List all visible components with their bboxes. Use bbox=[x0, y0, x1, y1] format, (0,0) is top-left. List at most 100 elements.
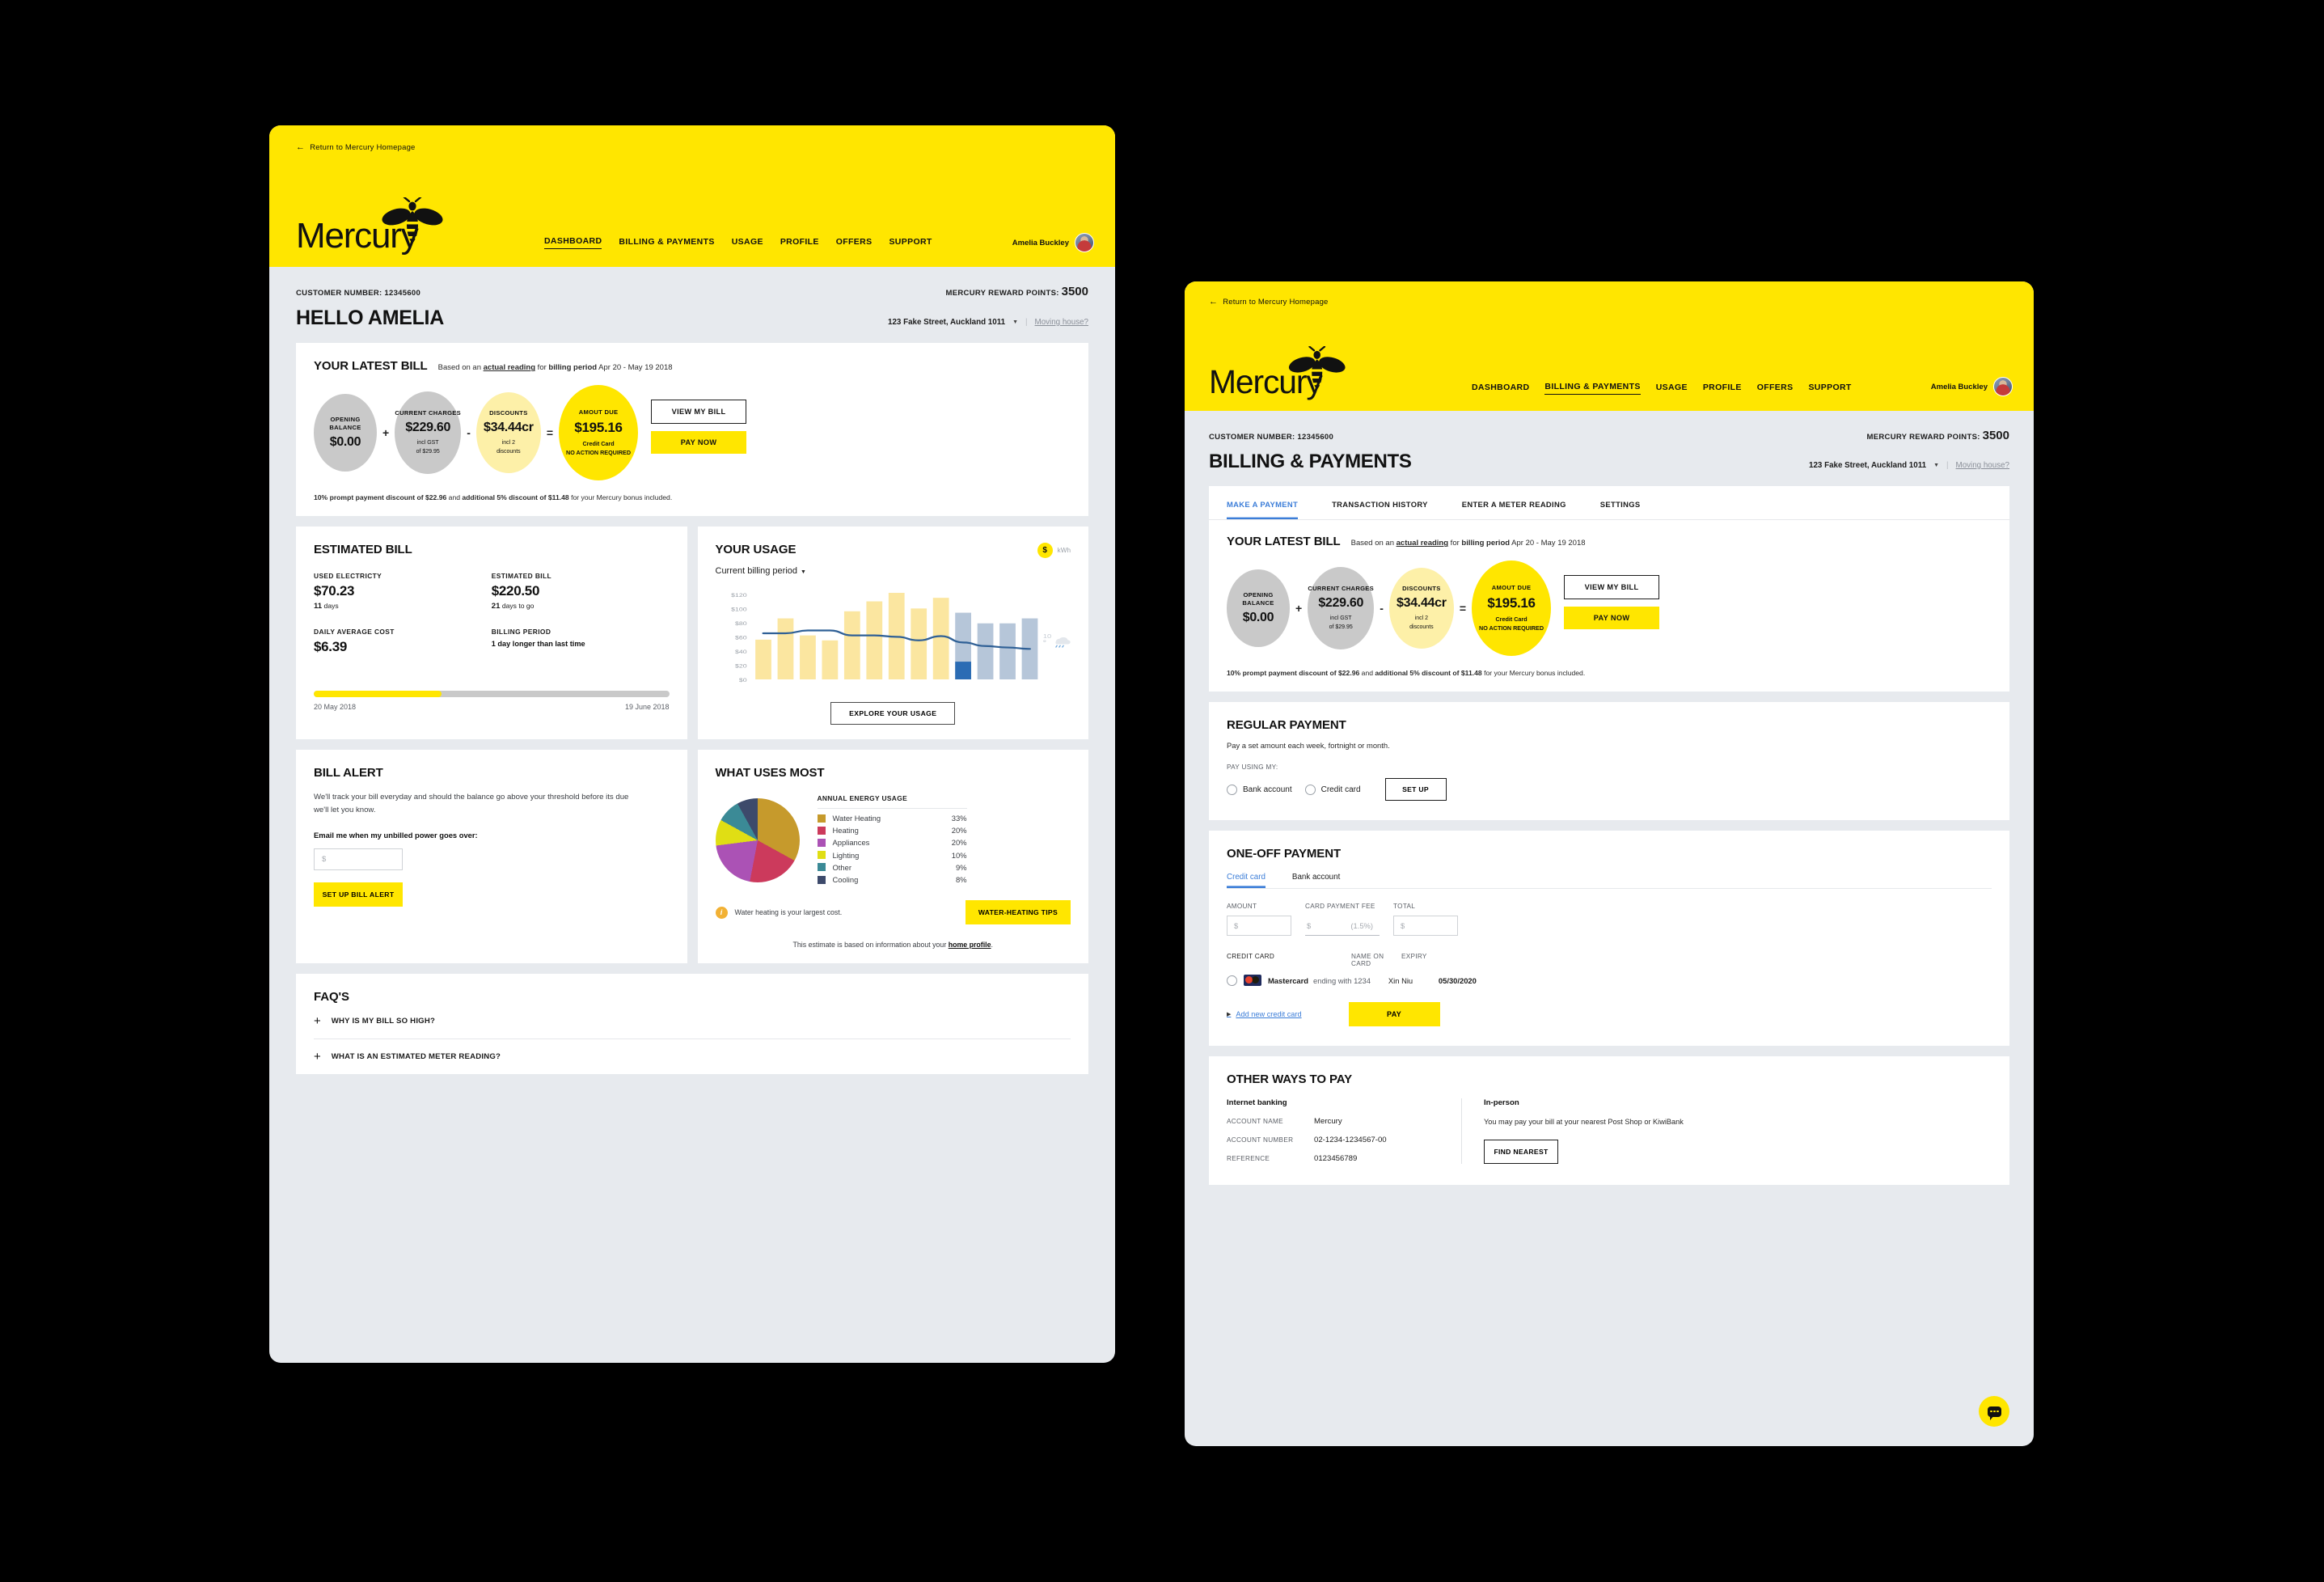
nav-offers[interactable]: OFFERS bbox=[836, 237, 873, 249]
bill-alert-card: BILL ALERT We'll track your bill everyda… bbox=[296, 750, 687, 964]
find-nearest-button[interactable]: FIND NEAREST bbox=[1484, 1139, 1558, 1164]
faq-question: WHAT IS AN ESTIMATED METER READING? bbox=[331, 1052, 501, 1062]
account-name-row: ACCOUNT NAME Mercury bbox=[1227, 1117, 1461, 1126]
nav-offers[interactable]: OFFERS bbox=[1757, 383, 1794, 395]
return-to-homepage-link[interactable]: ← Return to Mercury Homepage bbox=[1209, 298, 1329, 307]
address-value[interactable]: 123 Fake Street, Auckland 1011 bbox=[888, 318, 1005, 327]
set-up-bill-alert-button[interactable]: SET UP BILL ALERT bbox=[314, 882, 403, 907]
bill-alert-threshold-input[interactable]: $ bbox=[314, 848, 403, 870]
estimated-days: 21 days to go bbox=[492, 602, 670, 611]
avatar bbox=[1993, 377, 2013, 396]
legend-item: Appliances 20% bbox=[817, 836, 967, 848]
unit-toggle[interactable]: $ kWh bbox=[1037, 543, 1071, 558]
bubble-label: DISCOUNTS bbox=[489, 409, 528, 417]
legend-swatch bbox=[817, 863, 826, 872]
saved-card-row[interactable]: Mastercard ending with 1234 Xin Niu 05/3… bbox=[1227, 975, 1992, 986]
dashboard-window: ← Return to Mercury Homepage Mercury DAS… bbox=[269, 125, 1115, 1363]
bubble-note: Credit Card NO ACTION REQUIRED bbox=[1479, 615, 1544, 632]
nav-dashboard[interactable]: DASHBOARD bbox=[1472, 383, 1529, 395]
amount-field-group: AMOUNT $ bbox=[1227, 903, 1291, 936]
chat-support-button[interactable] bbox=[1979, 1396, 2009, 1427]
nav-support[interactable]: SUPPORT bbox=[889, 237, 932, 249]
set-up-button[interactable]: SET UP bbox=[1384, 778, 1447, 801]
nav-dashboard[interactable]: DASHBOARD bbox=[544, 236, 602, 249]
dollar-unit-icon[interactable]: $ bbox=[1037, 543, 1053, 558]
pay-now-button[interactable]: PAY NOW bbox=[1564, 607, 1660, 629]
nav-billing-payments[interactable]: BILLING & PAYMENTS bbox=[619, 237, 714, 249]
view-my-bill-button[interactable]: VIEW MY BILL bbox=[1564, 575, 1660, 599]
mercury-logo[interactable]: Mercury bbox=[1209, 346, 1371, 403]
faq-item[interactable]: + WHAT IS AN ESTIMATED METER READING? bbox=[314, 1039, 1071, 1074]
footnote-a: 10% prompt payment discount of $22.96 bbox=[314, 493, 447, 501]
used-electricity-block: USED ELECTRICTY $70.23 11 days bbox=[314, 572, 492, 611]
what-uses-most-card: WHAT USES MOST ANNUAL ENERGY USAGE Water… bbox=[697, 750, 1088, 964]
usage-card: YOUR USAGE $ kWh Current billing period ▼… bbox=[697, 527, 1088, 739]
radio-icon[interactable] bbox=[1227, 975, 1237, 986]
bill-discount-footnote: 10% prompt payment discount of $22.96 an… bbox=[1227, 669, 1992, 677]
regular-payment-card: REGULAR PAYMENT Pay a set amount each we… bbox=[1209, 702, 2009, 820]
amount-input[interactable]: $ bbox=[1227, 916, 1291, 936]
estimated-bill-card: ESTIMATED BILL USED ELECTRICTY $70.23 11… bbox=[296, 527, 687, 739]
tab-transaction-history[interactable]: TRANSACTION HISTORY bbox=[1332, 486, 1428, 519]
view-my-bill-button[interactable]: VIEW MY BILL bbox=[651, 400, 747, 424]
chevron-down-icon[interactable]: ▼ bbox=[1933, 463, 1939, 468]
subtab-bank-account[interactable]: Bank account bbox=[1292, 869, 1340, 888]
tab-enter-a-meter-reading[interactable]: ENTER A METER READING bbox=[1462, 486, 1566, 519]
used-days-number: 11 bbox=[314, 602, 323, 611]
faq-item[interactable]: + WHY IS MY BILL SO HIGH? bbox=[314, 1004, 1071, 1040]
nav-profile[interactable]: PROFILE bbox=[780, 237, 819, 249]
radio-credit-card[interactable]: Credit card bbox=[1304, 784, 1361, 795]
svg-text:$80: $80 bbox=[734, 620, 746, 627]
tab-make-a-payment[interactable]: MAKE A PAYMENT bbox=[1227, 486, 1298, 519]
operator-equals: = bbox=[546, 426, 554, 439]
home-profile-link[interactable]: home profile bbox=[949, 941, 991, 949]
legend-swatch bbox=[817, 826, 826, 835]
mercury-logo[interactable]: Mercury bbox=[296, 197, 458, 257]
user-menu[interactable]: Amelia Buckley bbox=[1012, 233, 1094, 252]
nav-profile[interactable]: PROFILE bbox=[1703, 383, 1742, 395]
legend-label: Water Heating bbox=[832, 814, 881, 823]
bubble-amount: $195.16 bbox=[1487, 595, 1536, 611]
user-menu[interactable]: Amelia Buckley bbox=[1931, 377, 2013, 396]
bubble-amount-due: AMOUT DUE $195.16 Credit Card NO ACTION … bbox=[1472, 560, 1552, 656]
moving-house-link[interactable]: Moving house? bbox=[1956, 461, 2009, 470]
bubble-label: DISCOUNTS bbox=[1402, 585, 1441, 593]
billing-title-row: BILLING & PAYMENTS 123 Fake Street, Auck… bbox=[1209, 442, 2009, 486]
tab-settings[interactable]: SETTINGS bbox=[1600, 486, 1641, 519]
radio-bank-account[interactable]: Bank account bbox=[1227, 784, 1292, 795]
bill-alert-question: Email me when my unbilled power goes ove… bbox=[314, 830, 478, 840]
period-select[interactable]: Current billing period ▼ bbox=[716, 566, 1071, 576]
kwh-unit-label[interactable]: kWh bbox=[1058, 547, 1071, 554]
actual-reading-link[interactable]: actual reading bbox=[1397, 539, 1448, 548]
pay-now-button[interactable]: PAY NOW bbox=[651, 431, 747, 454]
bubble-amount: $34.44cr bbox=[1397, 596, 1447, 611]
total-input[interactable]: $ bbox=[1393, 916, 1458, 936]
chevron-down-icon[interactable]: ▼ bbox=[1012, 319, 1018, 325]
return-to-homepage-link[interactable]: ← Return to Mercury Homepage bbox=[296, 143, 416, 153]
explore-usage-row: EXPLORE YOUR USAGE bbox=[716, 702, 1071, 725]
water-heating-tips-button[interactable]: WATER-HEATING TIPS bbox=[965, 900, 1071, 925]
add-new-credit-card-link[interactable]: ▶ Add new credit card bbox=[1227, 1010, 1302, 1018]
legend-label: Other bbox=[832, 862, 851, 872]
nav-usage[interactable]: USAGE bbox=[732, 237, 763, 249]
footnote-d: for your Mercury bonus included. bbox=[1481, 669, 1586, 677]
subtab-credit-card[interactable]: Credit card bbox=[1227, 869, 1266, 888]
home-profile-footnote: This estimate is based on information ab… bbox=[716, 941, 1071, 949]
actual-reading-link[interactable]: actual reading bbox=[484, 363, 535, 372]
account-name-value: Mercury bbox=[1314, 1117, 1342, 1126]
amount-label: AMOUNT bbox=[1227, 903, 1257, 910]
address-value[interactable]: 123 Fake Street, Auckland 1011 bbox=[1809, 461, 1926, 470]
user-name-label: Amelia Buckley bbox=[1930, 382, 1988, 391]
nav-usage[interactable]: USAGE bbox=[1656, 383, 1688, 395]
pay-button[interactable]: PAY bbox=[1348, 1002, 1440, 1026]
mastercard-icon bbox=[1244, 975, 1261, 986]
explore-your-usage-button[interactable]: EXPLORE YOUR USAGE bbox=[830, 702, 956, 725]
legend-item: Other 9% bbox=[817, 861, 967, 873]
moving-house-link[interactable]: Moving house? bbox=[1035, 318, 1088, 327]
divider: | bbox=[1025, 318, 1028, 327]
legend-swatch bbox=[817, 851, 826, 860]
fee-placeholder: $ bbox=[1307, 920, 1312, 930]
operator-equals: = bbox=[1459, 602, 1467, 615]
nav-support[interactable]: SUPPORT bbox=[1808, 383, 1851, 395]
nav-billing-payments[interactable]: BILLING & PAYMENTS bbox=[1544, 382, 1641, 395]
